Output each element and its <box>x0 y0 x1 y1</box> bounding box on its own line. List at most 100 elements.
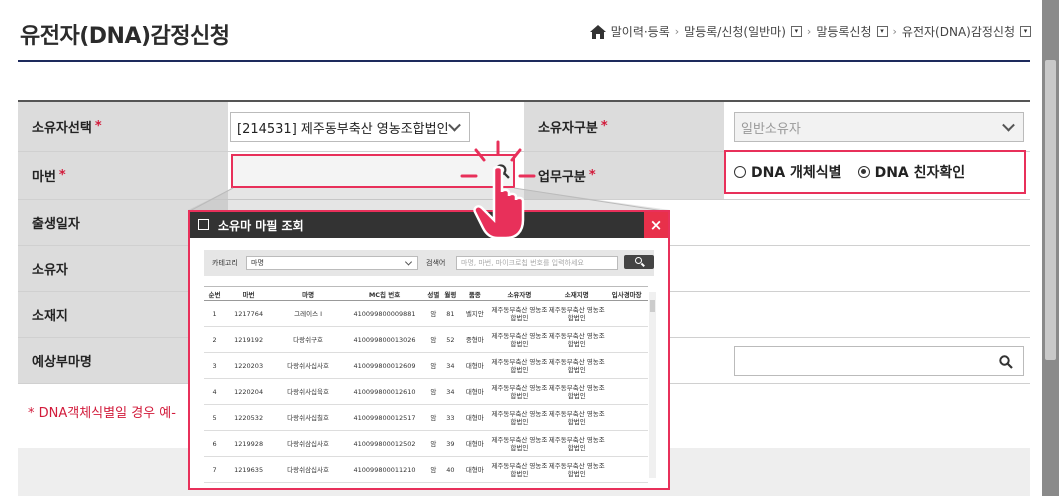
category-label: 카테고리 <box>212 259 238 267</box>
table-cell: 410099800012609 <box>344 352 425 379</box>
radio-dna-parentage[interactable]: DNA 친자확인 <box>857 162 966 182</box>
owner-type-label: 소유자구분 * <box>524 102 724 151</box>
table-row[interactable]: 5 1220532 다랑쉬사십칠호 410099800012517 암 33 대형마 제주동부… <box>204 404 648 431</box>
table-cell: 제주동부축산 영농조합법인 <box>548 300 606 327</box>
popup-header: 소유마 마필 조회 × <box>190 212 668 238</box>
table-cell: 중형마 <box>458 326 491 353</box>
table-cell: 제주동부축산 영농조합법인 <box>548 456 606 483</box>
table-cell: 암 <box>424 456 442 483</box>
work-type-radio-group: DNA 개체식별 DNA 친자확인 <box>724 150 1026 194</box>
table-cell: 34 <box>441 378 459 405</box>
table-row[interactable]: 6 1219928 다랑쉬삼십사호 410099800012502 암 39 대형마 제주동부… <box>204 430 648 457</box>
breadcrumb: 말이력·등록 › 말등록/신청(일반마) ▾ › 말등록신청 ▾ › 유전자(D… <box>589 23 1031 40</box>
radio-checked-icon <box>857 166 870 178</box>
table-cell: 1 <box>204 300 226 327</box>
expected-sire-input[interactable] <box>734 346 1024 376</box>
chevron-right-icon: › <box>892 25 897 38</box>
table-scrollbar[interactable] <box>649 292 656 478</box>
search-icon[interactable] <box>999 355 1013 369</box>
table-cell: 제주동부축산 영농조합법인 <box>548 326 606 353</box>
title-divider <box>18 60 1030 62</box>
table-cell: 410099800012502 <box>344 430 425 457</box>
table-cell: 제주동부축산 영농조합법인 <box>490 326 549 353</box>
col-header[interactable]: 입사경마장 <box>605 286 648 301</box>
owner-type-select[interactable]: 일반소유자 <box>734 112 1024 142</box>
owner-type-value: 일반소유자 <box>741 121 801 137</box>
table-cell: 39 <box>441 430 459 457</box>
col-header[interactable]: 소재지명 <box>548 286 606 301</box>
chevron-down-icon <box>1002 118 1015 132</box>
owner-select-label: 소유자선택 * <box>18 102 228 151</box>
col-header[interactable]: 성별 <box>424 286 442 301</box>
col-header[interactable]: 월령 <box>441 286 459 301</box>
table-cell: 1219635 <box>225 456 272 483</box>
table-cell: 34 <box>441 352 459 379</box>
table-cell: 제주동부축산 영농조합법인 <box>490 456 549 483</box>
table-cell: 2 <box>204 326 226 353</box>
keyword-input[interactable]: 마명, 마번, 마이크로칩 번호를 입력하세요 <box>456 256 618 270</box>
breadcrumb-item-4[interactable]: 유전자(DNA)감정신청 <box>902 23 1015 40</box>
table-cell <box>605 300 648 327</box>
table-cell: 그레이스 I <box>271 300 345 327</box>
owner-select[interactable]: [214531] 제주동부축산 영농조합법인 <box>230 112 470 142</box>
dropdown-box-icon[interactable]: ▾ <box>876 26 888 37</box>
pointer-hand-icon <box>460 140 536 240</box>
table-cell: 1220532 <box>225 404 272 431</box>
table-cell <box>605 352 648 379</box>
search-button[interactable] <box>624 255 654 269</box>
table-cell: 제주동부축산 영농조합법인 <box>490 378 549 405</box>
table-row[interactable]: 4 1220204 다랑쉬사십육호 410099800012610 암 34 대형마 제주동부… <box>204 378 648 405</box>
table-cell: 410099800013026 <box>344 326 425 353</box>
scroll-thumb[interactable] <box>650 300 655 312</box>
table-cell: 암 <box>424 300 442 327</box>
table-cell: 6 <box>204 430 226 457</box>
col-header[interactable]: 품종 <box>458 286 491 301</box>
notice-text: * DNA객체식별일 경우 예- <box>28 406 176 421</box>
table-row[interactable]: 3 1220203 다랑쉬사십사호 410099800012609 암 34 대형마 제주동부… <box>204 352 648 379</box>
popup-search-bar: 카테고리 마명 검색어 마명, 마번, 마이크로칩 번호를 입력하세요 <box>204 250 654 276</box>
table-cell: 다랑쉬삼십사호 <box>271 456 345 483</box>
category-select[interactable]: 마명 <box>246 256 418 270</box>
table-cell: 암 <box>424 430 442 457</box>
col-header[interactable]: 소유자명 <box>490 286 549 301</box>
window-icon <box>198 219 209 230</box>
table-cell: 암 <box>424 378 442 405</box>
col-header[interactable]: 마번 <box>225 286 272 301</box>
chevron-right-icon: › <box>674 25 680 38</box>
dropdown-box-icon[interactable]: ▾ <box>1020 26 1031 37</box>
col-header[interactable]: 순번 <box>204 286 226 301</box>
table-cell: 제주동부축산 영농조합법인 <box>490 352 549 379</box>
table-row[interactable]: 7 1219635 다랑쉬삼십사호 410099800011210 암 40 대형마 제주동부… <box>204 456 648 483</box>
table-row[interactable]: 1 1217764 그레이스 I 410099800009881 암 81 벨지안 제주동부축… <box>204 300 648 327</box>
table-cell: 4 <box>204 378 226 405</box>
breadcrumb-item-2[interactable]: 말등록/신청(일반마) <box>684 23 786 40</box>
scroll-thumb[interactable] <box>1045 60 1056 360</box>
breadcrumb-item-1[interactable]: 말이력·등록 <box>611 23 670 40</box>
table-cell: 다랑쉬구호 <box>271 326 345 353</box>
owner-select-value: [214531] 제주동부축산 영농조합법인 <box>237 121 449 137</box>
table-cell: 1217764 <box>225 300 272 327</box>
col-header[interactable]: MC칩 번호 <box>344 286 425 301</box>
table-cell: 제주동부축산 영농조합법인 <box>548 378 606 405</box>
table-cell <box>605 378 648 405</box>
page-scrollbar[interactable] <box>1042 0 1059 496</box>
breadcrumb-item-3[interactable]: 말등록신청 <box>816 23 871 40</box>
table-cell: 제주동부축산 영농조합법인 <box>490 300 549 327</box>
home-icon[interactable] <box>589 24 606 39</box>
table-cell: 410099800011210 <box>344 456 425 483</box>
radio-dna-identification[interactable]: DNA 개체식별 <box>734 162 842 182</box>
table-cell: 암 <box>424 326 442 353</box>
dropdown-box-icon[interactable]: ▾ <box>790 26 802 37</box>
table-cell: 대형마 <box>458 404 491 431</box>
table-row[interactable]: 2 1219192 다랑쉬구호 410099800013026 암 52 중형마 제주동부축산… <box>204 326 648 353</box>
table-cell <box>605 404 648 431</box>
table-cell: 52 <box>441 326 459 353</box>
table-cell: 1219192 <box>225 326 272 353</box>
table-cell: 다랑쉬사십칠호 <box>271 404 345 431</box>
table-cell <box>605 456 648 483</box>
close-button[interactable]: × <box>644 212 668 238</box>
radio-label: DNA 친자확인 <box>874 165 966 181</box>
col-header[interactable]: 마명 <box>271 286 345 301</box>
table-cell <box>605 430 648 457</box>
table-cell: 1220204 <box>225 378 272 405</box>
